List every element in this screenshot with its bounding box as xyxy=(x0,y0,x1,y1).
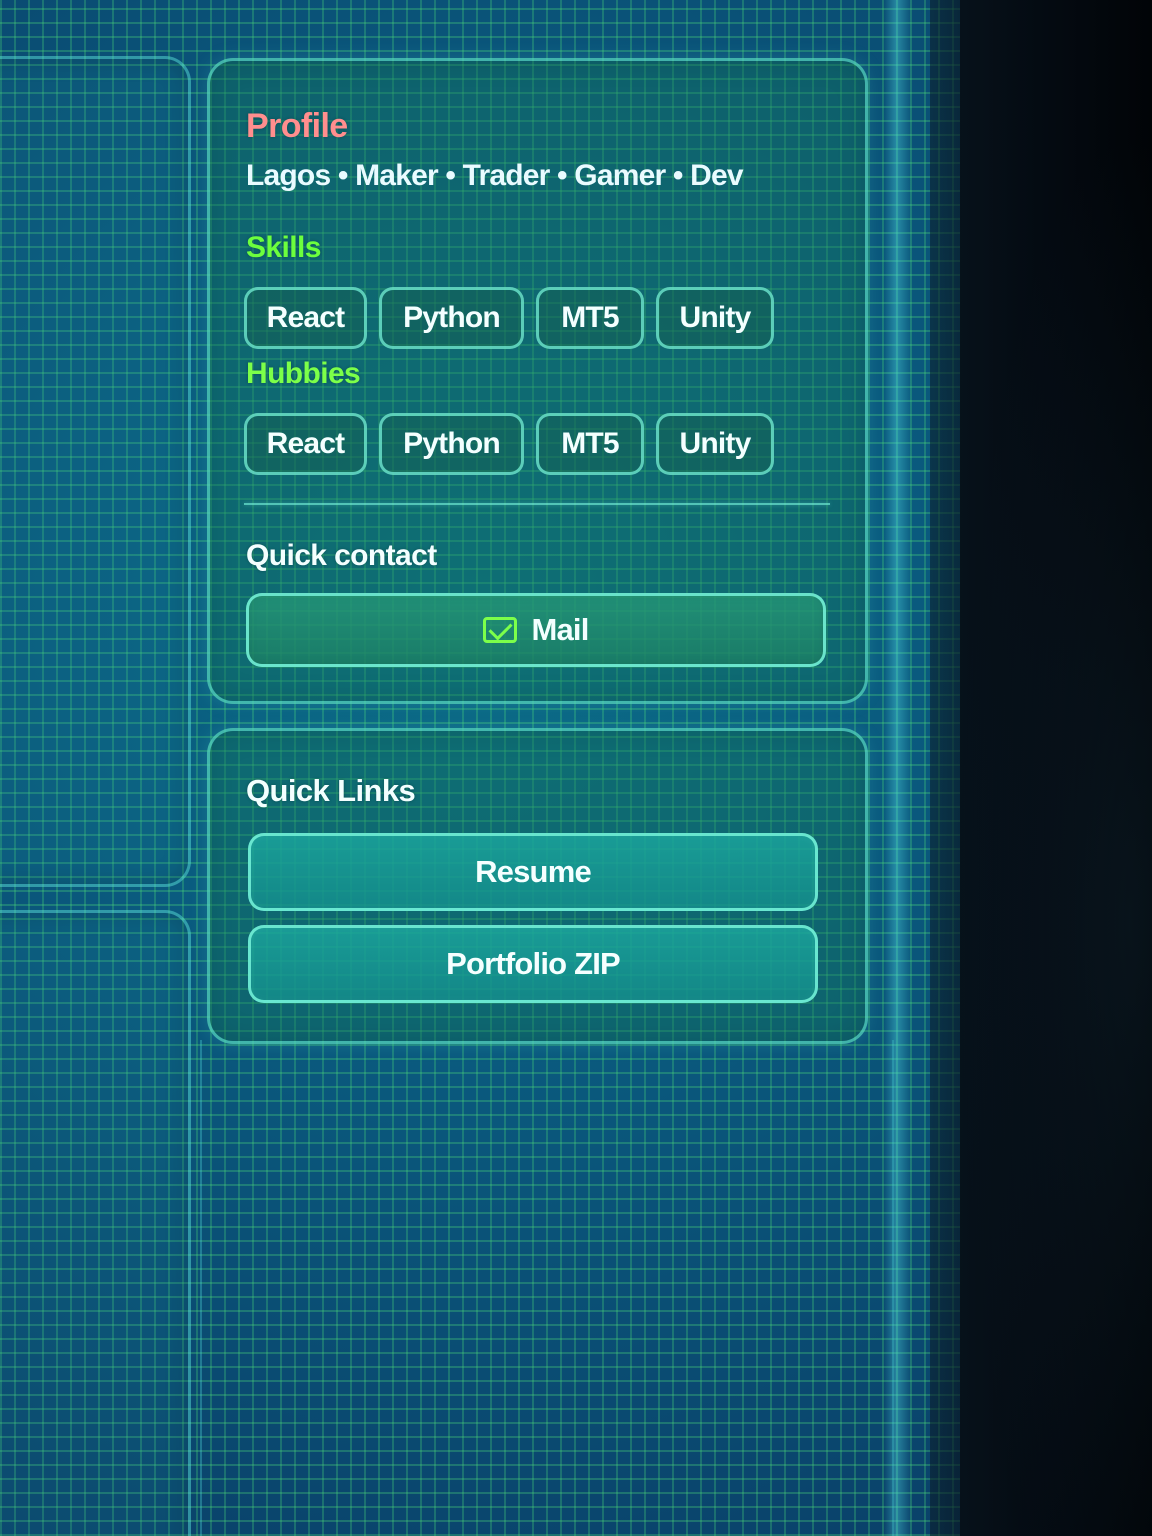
mail-icon xyxy=(483,617,518,643)
portfolio-zip-button[interactable]: Portfolio ZIP xyxy=(248,925,818,1003)
quick-links-title: Quick Links xyxy=(246,773,416,808)
quick-contact-title: Quick contact xyxy=(246,539,437,572)
quick-links-card: Quick Links Resume Portfolio ZIP xyxy=(207,728,868,1044)
screen: Profile Lagos • Maker • Trader • Gamer •… xyxy=(0,0,1152,1536)
resume-button[interactable]: Resume xyxy=(248,833,818,911)
skill-chip-unity[interactable]: Unity xyxy=(656,287,774,349)
section-divider xyxy=(244,503,830,505)
hobby-chip-mt5[interactable]: MT5 xyxy=(536,413,644,475)
profile-title: Profile xyxy=(246,107,348,145)
left-panel-top xyxy=(0,56,191,887)
skills-chip-row: React Python MT5 Unity xyxy=(244,287,774,349)
mail-button-label: Mail xyxy=(531,612,589,647)
mail-button[interactable]: Mail xyxy=(246,593,826,667)
profile-tagline: Lagos • Maker • Trader • Gamer • Dev xyxy=(246,159,744,192)
skills-title: Skills xyxy=(246,231,321,264)
hobbies-title: Hubbies xyxy=(246,357,361,390)
skill-chip-mt5[interactable]: MT5 xyxy=(536,287,644,349)
skill-chip-python[interactable]: Python xyxy=(379,287,524,349)
left-panel-bottom xyxy=(0,910,191,1536)
hobby-chip-react[interactable]: React xyxy=(244,413,367,475)
hobby-chip-python[interactable]: Python xyxy=(379,413,524,475)
hobby-chip-unity[interactable]: Unity xyxy=(656,413,774,475)
hobbies-chip-row: React Python MT5 Unity xyxy=(244,413,774,475)
lower-panel-outline xyxy=(200,1040,894,1536)
skill-chip-react[interactable]: React xyxy=(244,287,367,349)
profile-card: Profile Lagos • Maker • Trader • Gamer •… xyxy=(207,58,868,704)
monitor-bezel-shadow xyxy=(930,0,1152,1536)
